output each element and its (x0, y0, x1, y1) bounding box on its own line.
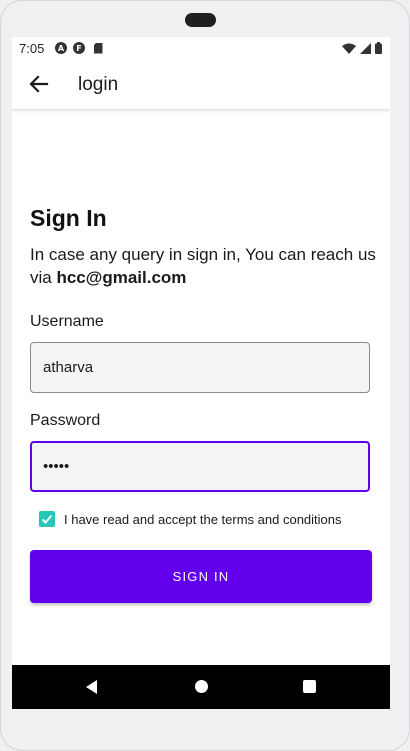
nav-home-icon[interactable] (195, 680, 208, 693)
support-email: hcc@gmail.com (56, 268, 187, 287)
system-nav-bar (12, 665, 390, 709)
a-circle-icon: A (55, 42, 67, 54)
terms-checkbox[interactable] (39, 511, 55, 527)
password-field[interactable]: ••••• (30, 441, 370, 492)
terms-row: I have read and accept the terms and con… (39, 511, 342, 527)
terms-label[interactable]: I have read and accept the terms and con… (64, 512, 342, 527)
contact-info-text: In case any query in sign in, You can re… (30, 245, 376, 287)
password-value: ••••• (43, 458, 70, 475)
sd-card-icon (92, 42, 104, 54)
checkmark-icon (41, 514, 53, 524)
wifi-icon (342, 42, 356, 54)
cell-signal-icon (359, 42, 371, 54)
device-frame: 7:05 A F login Sign In In case any query… (0, 0, 410, 751)
sign-in-button[interactable]: SIGN IN (30, 550, 372, 603)
username-label: Username (30, 313, 104, 330)
f-circle-icon: F (73, 42, 85, 54)
device-speaker (185, 13, 216, 27)
app-bar: login (12, 59, 390, 109)
password-label: Password (30, 412, 101, 429)
arrow-back-icon[interactable] (28, 73, 50, 95)
username-field[interactable]: atharva (30, 342, 370, 393)
username-value: atharva (43, 359, 94, 376)
nav-recents-icon[interactable] (303, 680, 316, 693)
nav-back-icon[interactable] (86, 680, 97, 694)
app-bar-title: login (78, 74, 119, 95)
sign-in-heading: Sign In (30, 205, 107, 231)
app-screen: 7:05 A F login Sign In In case any query… (12, 37, 390, 709)
battery-icon (374, 42, 382, 54)
status-bar: 7:05 A F (12, 37, 390, 59)
status-time: 7:05 (19, 41, 45, 56)
